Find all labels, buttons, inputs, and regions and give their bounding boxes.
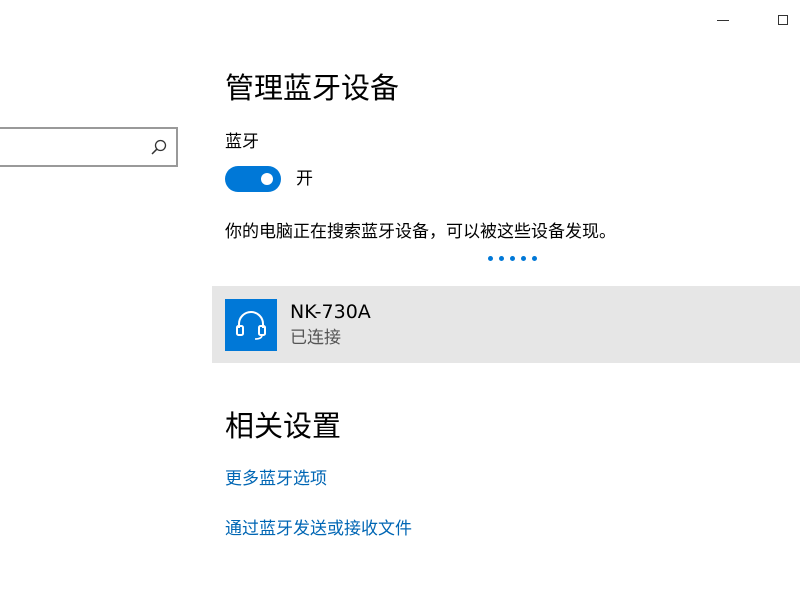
progress-dot: [521, 256, 526, 261]
toggle-state-label: 开: [296, 169, 313, 189]
send-receive-files-link[interactable]: 通过蓝牙发送或接收文件: [225, 517, 412, 541]
searching-progress-indicator: [488, 256, 537, 261]
related-settings-title: 相关设置: [225, 409, 342, 443]
more-bluetooth-options-link[interactable]: 更多蓝牙选项: [225, 467, 327, 491]
search-icon[interactable]: [150, 138, 168, 156]
page-title: 管理蓝牙设备: [225, 71, 400, 105]
discovery-status-text: 你的电脑正在搜索蓝牙设备，可以被这些设备发现。: [225, 222, 616, 242]
device-item-nk-730a[interactable]: NK-730A 已连接: [212, 286, 800, 363]
progress-dot: [510, 256, 515, 261]
bluetooth-toggle[interactable]: [225, 166, 281, 192]
toggle-knob: [261, 173, 273, 185]
device-icon-tile: [225, 299, 277, 351]
progress-dot: [499, 256, 504, 261]
device-status: 已连接: [290, 328, 341, 348]
search-input[interactable]: [0, 129, 138, 165]
search-box: [0, 127, 178, 167]
headset-icon: [236, 311, 266, 340]
device-name: NK-730A: [290, 301, 371, 323]
settings-window: 管理蓝牙设备 蓝牙 开 你的电脑正在搜索蓝牙设备，可以被这些设备发现。 NK-7…: [0, 0, 800, 600]
main-content: 管理蓝牙设备 蓝牙 开 你的电脑正在搜索蓝牙设备，可以被这些设备发现。 NK-7…: [212, 0, 800, 600]
progress-dot: [532, 256, 537, 261]
progress-dot: [488, 256, 493, 261]
bluetooth-label: 蓝牙: [225, 132, 259, 152]
